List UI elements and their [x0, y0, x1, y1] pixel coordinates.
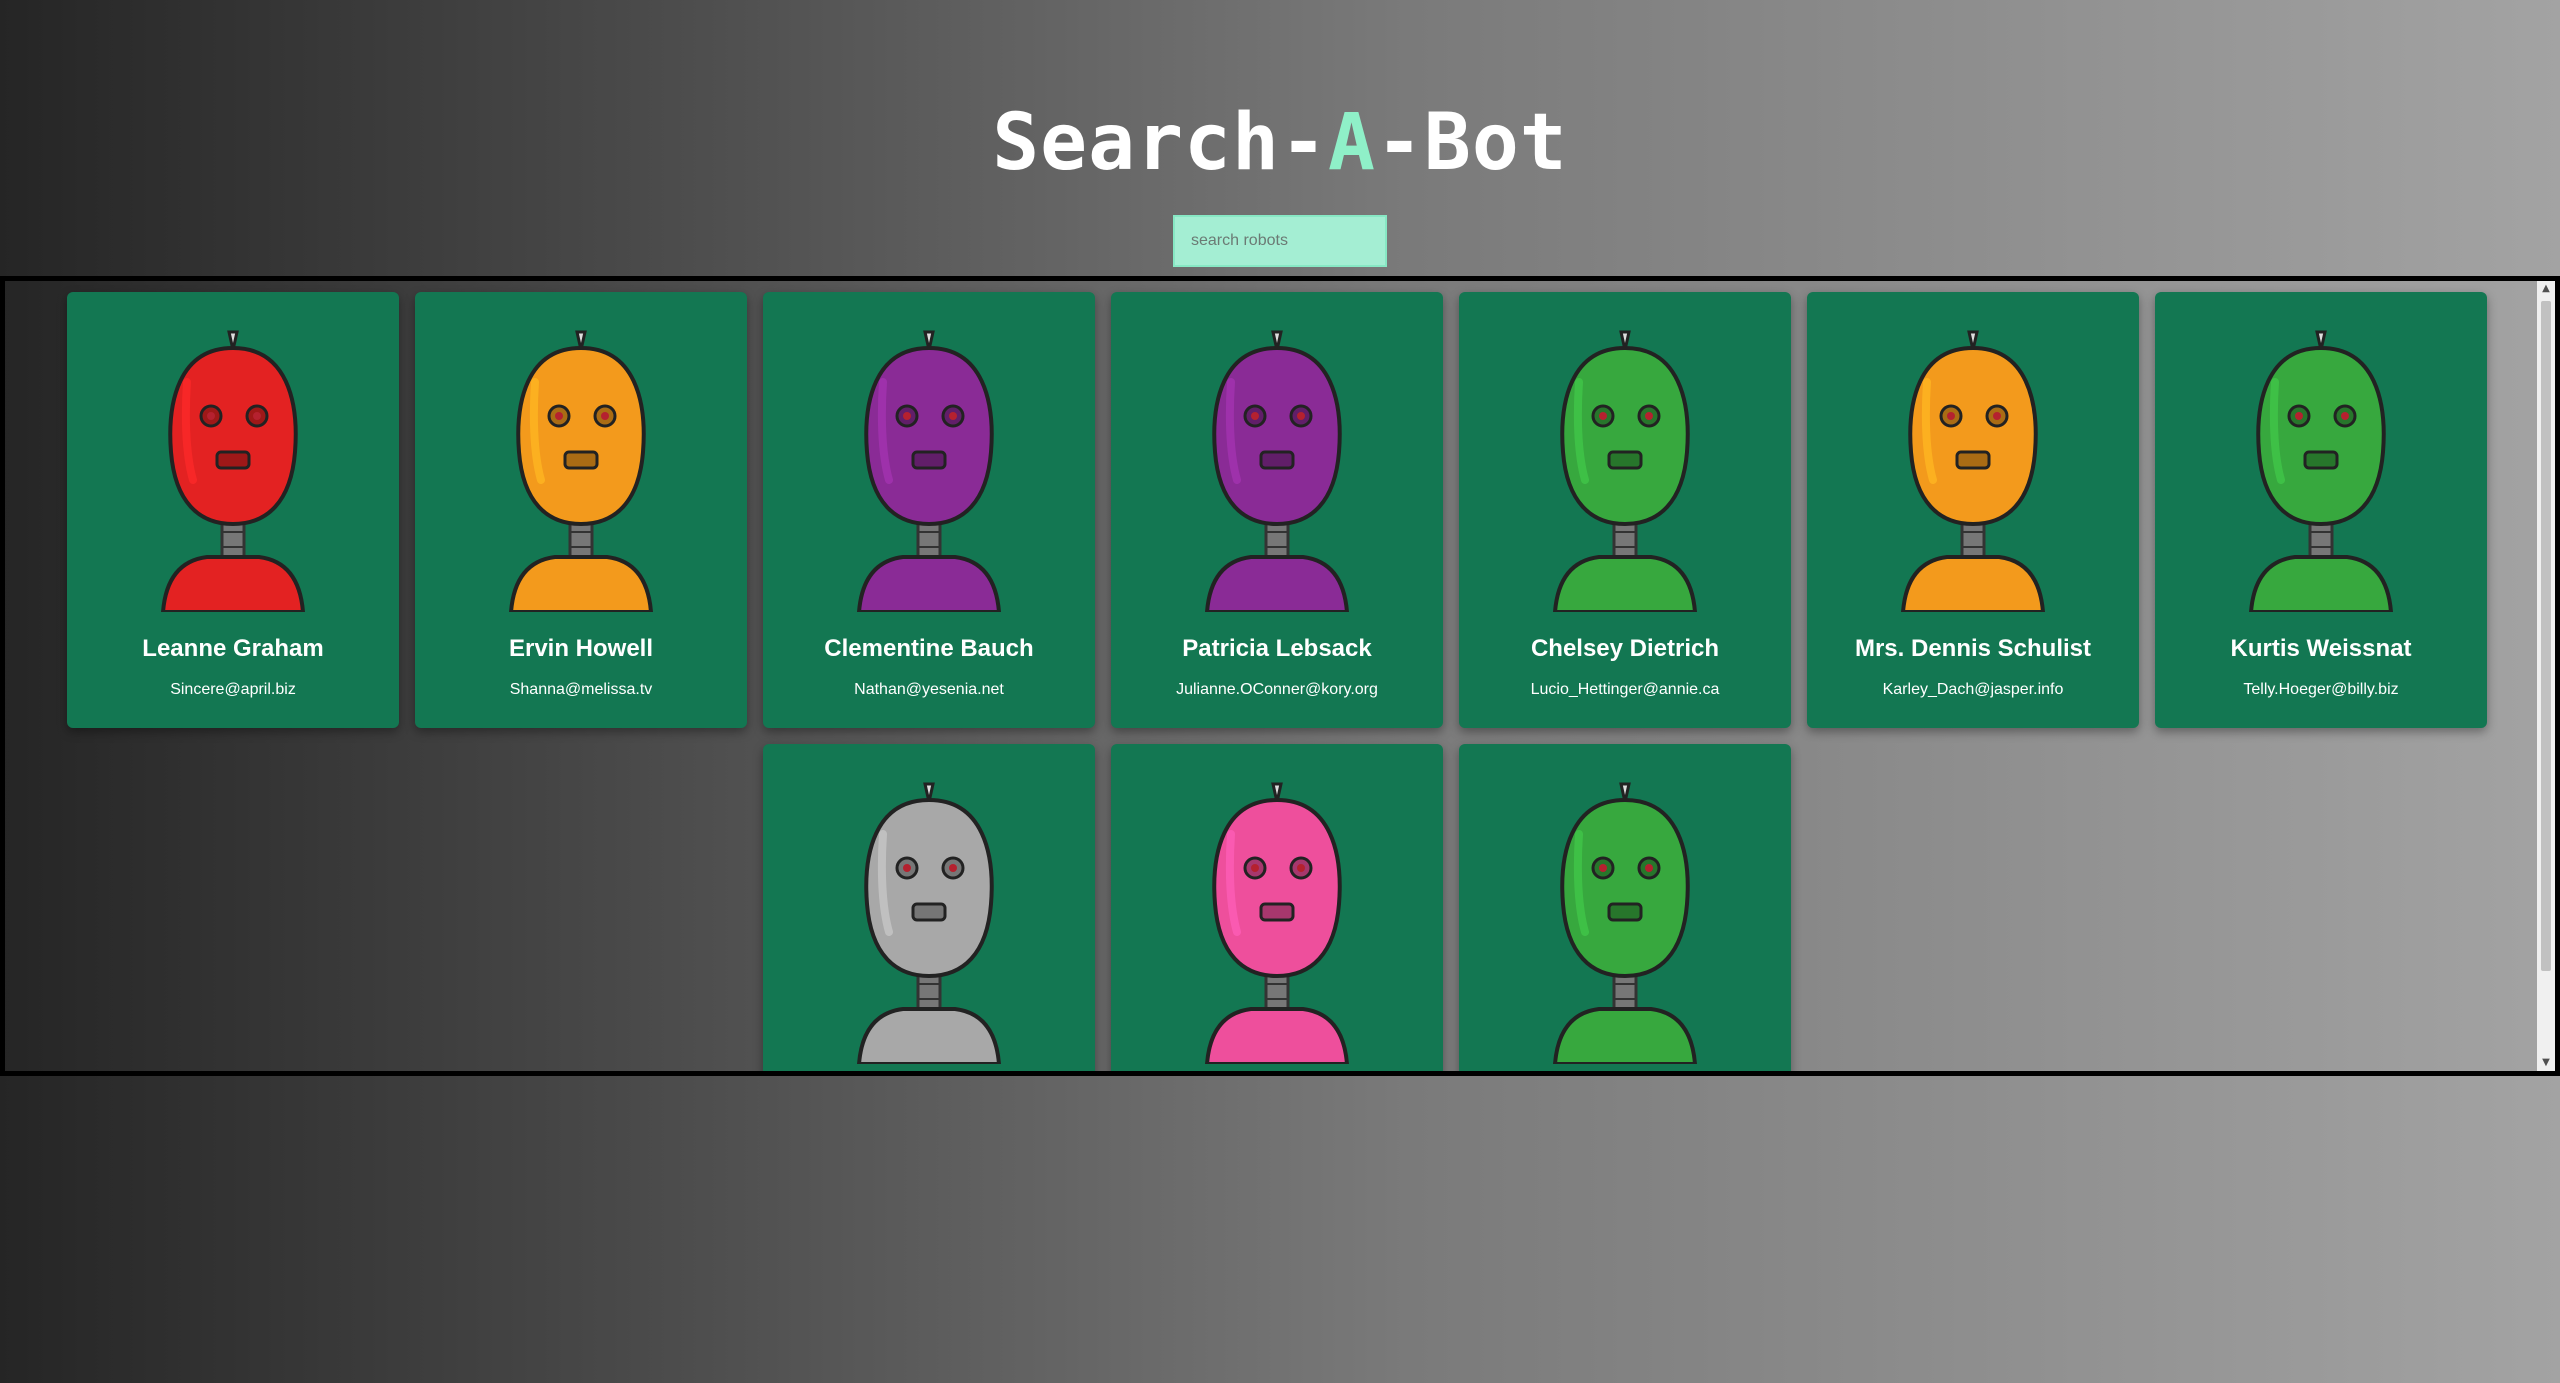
robot-card[interactable]	[1459, 744, 1791, 1071]
purple-robot-avatar	[856, 330, 1002, 612]
orange-robot-avatar	[508, 330, 654, 612]
green-robot-avatar	[1552, 782, 1698, 1064]
red-robot-avatar	[160, 330, 306, 612]
robot-email: Sincere@april.biz	[170, 681, 296, 698]
robot-email: Julianne.OConner@kory.org	[1176, 681, 1378, 698]
robot-card-grid: Leanne Graham Sincere@april.biz Ervin Ho…	[62, 292, 2492, 1071]
robot-email: Lucio_Hettinger@annie.ca	[1530, 681, 1720, 698]
robot-card[interactable]	[763, 744, 1095, 1071]
purple-robot-avatar	[1204, 330, 1350, 612]
robot-name: Chelsey Dietrich	[1530, 635, 1720, 662]
page-title: Search-A-Bot	[0, 104, 2560, 182]
robot-card[interactable]: Clementine Bauch Nathan@yesenia.net	[763, 292, 1095, 728]
robot-name: Clementine Bauch	[824, 635, 1034, 662]
robot-card[interactable]: Chelsey Dietrich Lucio_Hettinger@annie.c…	[1459, 292, 1791, 728]
robot-name: Patricia Lebsack	[1182, 635, 1372, 662]
scrollbar[interactable]: ▲ ▼	[2537, 281, 2555, 1071]
green-robot-avatar	[2248, 330, 2394, 612]
green-robot-avatar	[1552, 330, 1698, 612]
robot-list-scroll-container[interactable]: Leanne Graham Sincere@april.biz Ervin Ho…	[0, 276, 2560, 1076]
robot-name: Ervin Howell	[508, 635, 654, 662]
robot-email: Karley_Dach@jasper.info	[1882, 681, 2064, 698]
pink-robot-avatar	[1204, 782, 1350, 1064]
scrollbar-thumb[interactable]	[2541, 301, 2551, 971]
robot-email: Nathan@yesenia.net	[854, 681, 1004, 698]
title-accent: A	[1327, 98, 1376, 189]
robot-card[interactable]	[1111, 744, 1443, 1071]
title-prefix: Search-	[992, 98, 1328, 189]
orange-robot-avatar	[1900, 330, 2046, 612]
scroll-up-arrow-icon[interactable]: ▲	[2537, 281, 2555, 297]
scroll-down-arrow-icon[interactable]: ▼	[2537, 1055, 2555, 1071]
search-input[interactable]	[1173, 215, 1387, 267]
robot-name: Kurtis Weissnat	[2230, 635, 2412, 662]
title-suffix: -Bot	[1375, 98, 1568, 189]
robot-card[interactable]: Ervin Howell Shanna@melissa.tv	[415, 292, 747, 728]
robot-email: Telly.Hoeger@billy.biz	[2243, 681, 2399, 698]
robot-name: Leanne Graham	[142, 635, 324, 662]
robot-card[interactable]: Patricia Lebsack Julianne.OConner@kory.o…	[1111, 292, 1443, 728]
robot-card[interactable]: Mrs. Dennis Schulist Karley_Dach@jasper.…	[1807, 292, 2139, 728]
robot-card[interactable]: Kurtis Weissnat Telly.Hoeger@billy.biz	[2155, 292, 2487, 728]
robot-card[interactable]: Leanne Graham Sincere@april.biz	[67, 292, 399, 728]
robot-email: Shanna@melissa.tv	[509, 681, 653, 698]
robot-name: Mrs. Dennis Schulist	[1854, 635, 2092, 662]
grey-robot-avatar	[856, 782, 1002, 1064]
